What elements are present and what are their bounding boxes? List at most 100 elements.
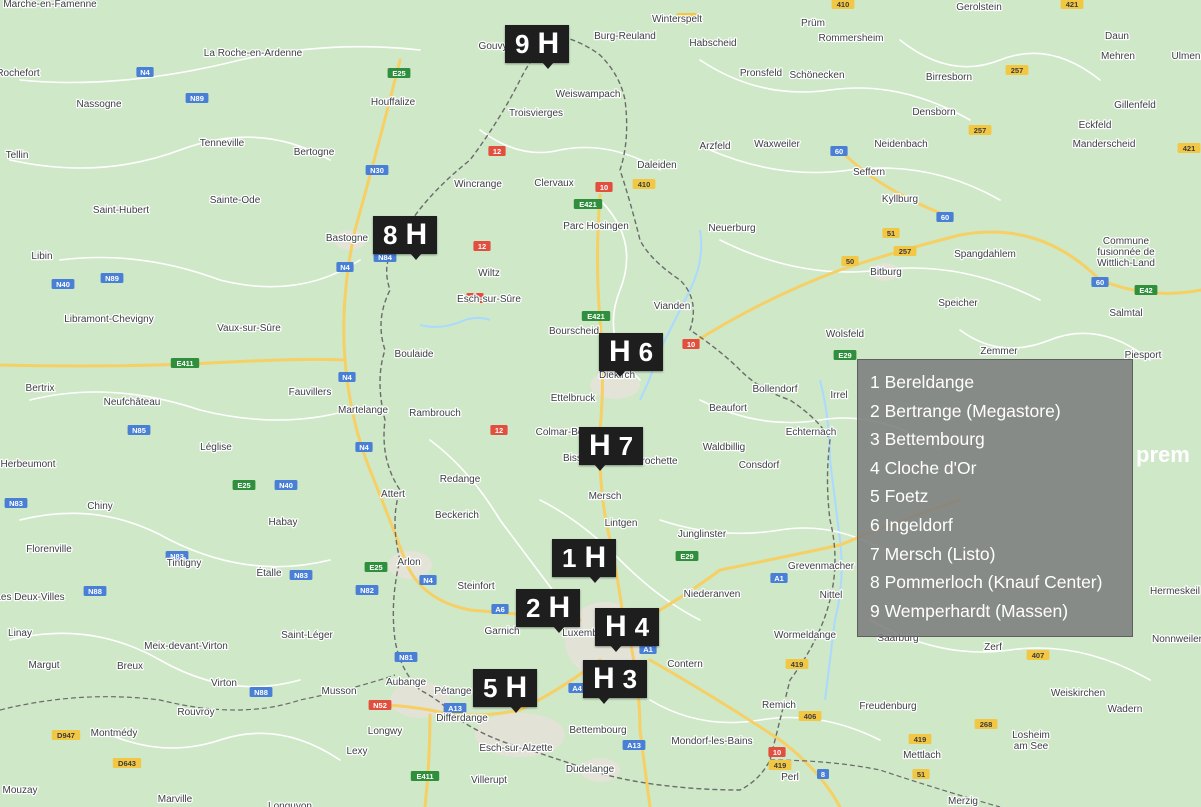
road-shield-label: N40 [56,280,70,289]
place-label: Garnich [484,626,519,637]
place-label: Daleiden [637,160,676,171]
road-shield-label: 257 [899,247,912,256]
place-label: Longuyon [268,801,312,807]
store-marker-1[interactable]: 1H [552,539,617,583]
road-shield-label: E42 [1139,286,1152,295]
road-shield: N4 [338,372,356,382]
place-label: Nonnweiler [1152,634,1201,645]
legend-item: 7 Mersch (Listo) [870,543,996,564]
place-label: Florenville [26,544,72,555]
road-shield-label: 257 [974,126,987,135]
marker-number: 3 [622,663,638,694]
marker-pointer [614,370,626,377]
place-label: Neufchâteau [104,397,161,408]
marker-pointer [589,576,601,583]
road-shield-label: 51 [917,770,925,779]
store-marker-9[interactable]: 9H [505,25,570,69]
place-label: Merzig [948,796,978,807]
place-label: Mehren [1101,51,1135,62]
place-label: Wolsfeld [826,329,864,340]
road-shield: 8 [817,769,829,779]
legend-item: 3 Bettembourg [870,429,985,450]
road-shield: 60 [936,212,954,222]
road-shield-label: E25 [237,481,250,490]
store-marker-5[interactable]: 5H [473,669,538,713]
road-shield: N88 [249,687,273,697]
road-shield-label: 10 [687,340,695,349]
place-label: Rouvroy [177,707,214,718]
road-shield: A1 [770,573,788,583]
marker-pointer [594,464,606,471]
place-label: Montmédy [91,728,138,739]
marker-box: 8H [373,216,438,254]
place-label: Winterspelt [652,14,702,25]
store-marker-2[interactable]: 2H [516,589,581,633]
place-label: Mersch [589,491,622,502]
road-shield-label: N85 [132,426,146,435]
place-label: Linay [8,628,32,639]
place-label: Lexy [346,746,367,757]
place-label: Les Deux-Villes [0,592,65,603]
marker-number: 2 [526,592,541,623]
marker-number: 9 [515,28,530,59]
place-label: Chiny [87,501,113,512]
road-shield-label: D947 [57,731,75,740]
road-shield: 12 [490,425,508,435]
place-label: Fauvillers [289,387,332,398]
road-shield-label: E25 [369,563,382,572]
place-label: Houffalize [371,97,416,108]
place-label: Irrel [830,390,847,401]
place-label: Densborn [912,107,955,118]
store-marker-3[interactable]: H3 [583,660,648,704]
legend-item: 6 Ingeldorf [870,514,953,535]
road-shield: 51 [882,228,900,238]
place-label: Ulmen [1172,51,1201,62]
road-shield-label: N4 [423,576,433,585]
road-shield-label: A13 [627,741,641,750]
place-label: Lintgen [605,518,638,529]
marker-box: H3 [583,660,648,698]
legend-item: 8 Pommerloch (Knauf Center) [870,572,1103,593]
road-shield-label: 406 [804,712,817,721]
road-shield-label: N4 [340,263,350,272]
place-label: Remich [762,700,796,711]
place-label: Wormeldange [774,630,837,641]
road-shield: 257 [893,246,917,256]
marker-box: H4 [595,608,660,646]
place-label: Bertogne [294,147,335,158]
store-marker-8[interactable]: 8H [373,216,438,260]
place-label: Libin [31,251,52,262]
store-marker-4[interactable]: H4 [595,608,660,652]
road-shield: 60 [830,146,848,156]
place-label: Wadern [1108,704,1143,715]
place-label: Weiswampach [556,89,621,100]
place-label: Speicher [938,298,978,309]
place-label: Wincrange [454,179,502,190]
place-label: Redange [440,474,481,485]
store-marker-7[interactable]: H7 [579,427,644,471]
road-shield-label: 60 [1096,278,1104,287]
road-shield-label: 50 [846,257,854,266]
road-shield-label: E421 [587,312,605,321]
place-label: Zemmer [980,346,1018,357]
place-label: Grevenmacher [788,561,855,572]
place-label: Schönecken [789,70,844,81]
road-shield-label: 12 [478,242,486,251]
place-label: Tellin [6,150,29,161]
road-shield: N4 [355,442,373,452]
road-shield-label: E411 [176,359,193,368]
place-label: Beckerich [435,510,479,521]
place-label: Longwy [368,726,402,737]
road-shield: N89 [185,93,209,103]
h-icon: H [505,671,528,704]
marker-pointer [610,645,622,652]
place-label: Bitburg [870,267,902,278]
road-shield: 257 [968,125,992,135]
marker-number: 1 [562,542,577,573]
road-shield-label: 8 [821,770,825,779]
road-shield-label: 12 [495,426,503,435]
place-label: Salmtal [1109,308,1142,319]
place-label: Gouvy [479,41,508,52]
store-marker-6[interactable]: H6 [599,333,664,377]
place-label: Esch-sur-Alzette [479,743,553,754]
